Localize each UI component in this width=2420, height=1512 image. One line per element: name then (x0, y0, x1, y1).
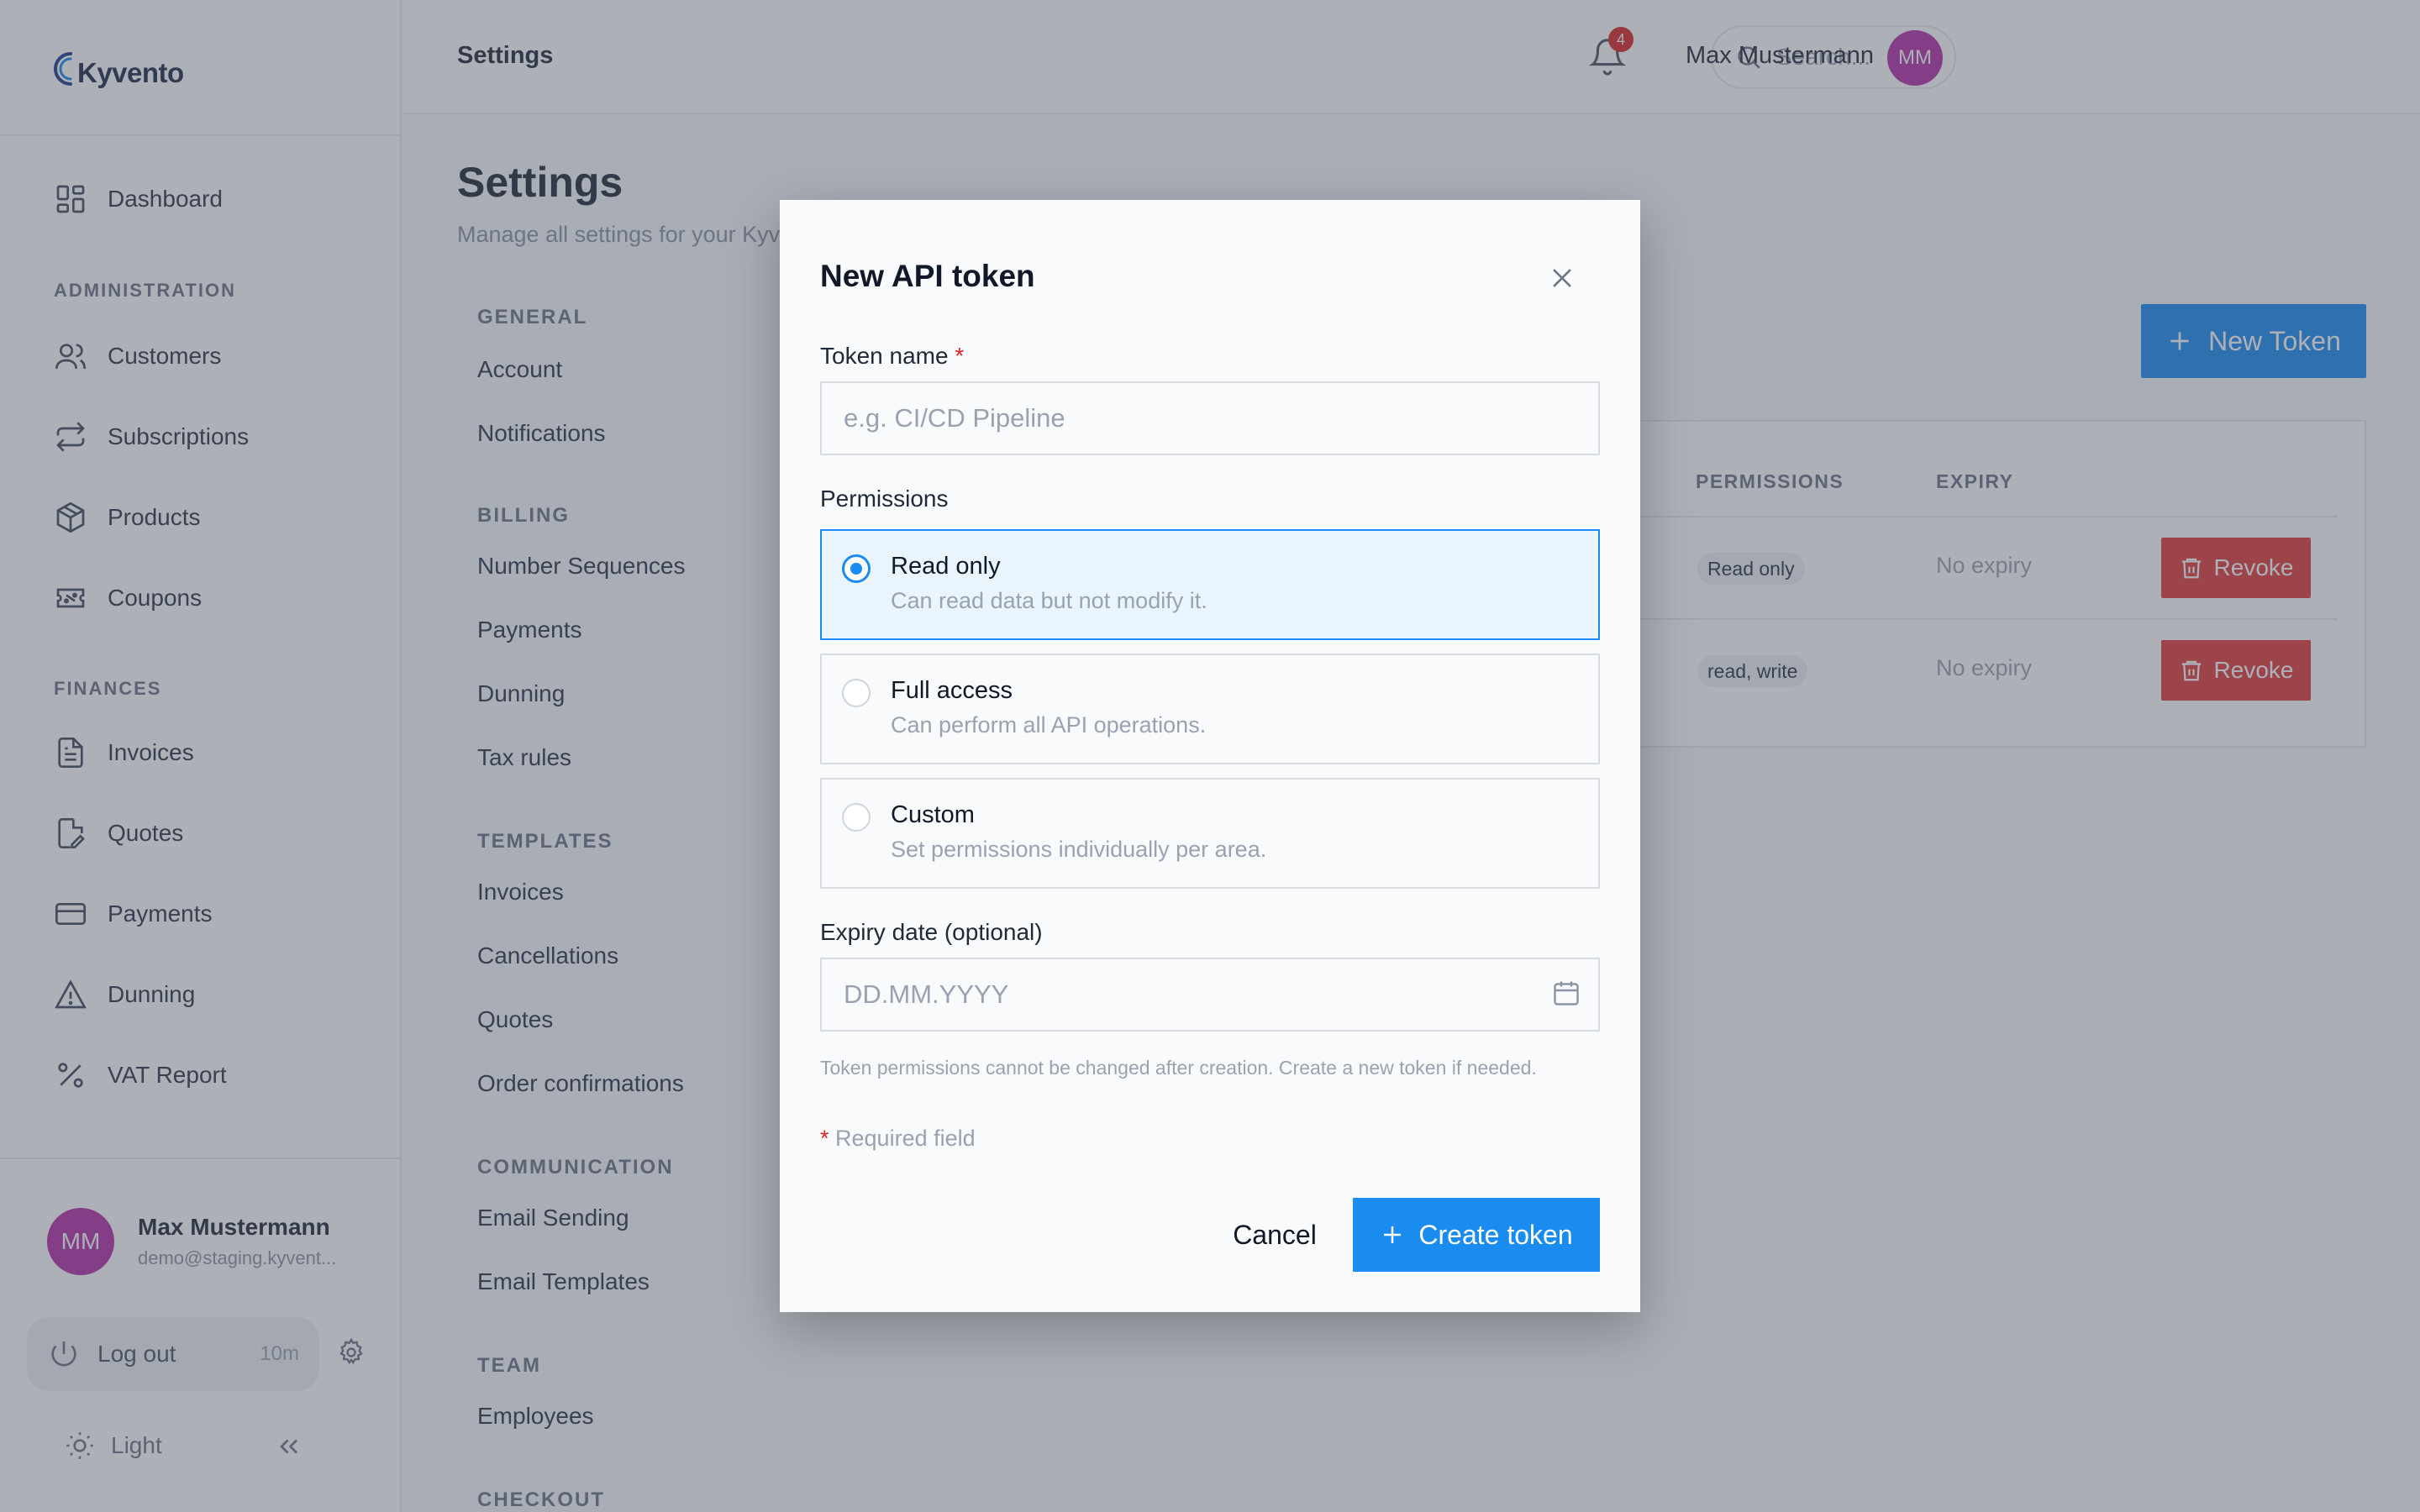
option-title: Read only (891, 553, 1001, 580)
permissions-hint: Token permissions cannot be changed afte… (820, 1057, 1537, 1079)
required-mark: * (955, 343, 965, 369)
permission-option-full-access[interactable]: Full access Can perform all API operatio… (820, 654, 1600, 764)
new-api-token-dialog: New API token Token name * Permissions R… (780, 200, 1640, 1312)
required-mark: * (820, 1126, 829, 1151)
radio-button[interactable] (842, 679, 871, 707)
create-token-button[interactable]: Create token (1353, 1198, 1600, 1272)
option-title: Custom (891, 801, 975, 828)
calendar-icon[interactable] (1551, 978, 1581, 1008)
option-description: Can read data but not modify it. (891, 588, 1207, 613)
close-icon[interactable] (1548, 264, 1576, 292)
radio-button[interactable] (842, 803, 871, 832)
token-name-label: Token name * (820, 343, 964, 370)
token-name-label-text: Token name (820, 343, 949, 369)
radio-button[interactable] (842, 554, 871, 583)
token-name-input[interactable] (820, 381, 1600, 455)
option-title: Full access (891, 677, 1013, 704)
plus-icon (1384, 1226, 1402, 1243)
permission-option-read-only[interactable]: Read only Can read data but not modify i… (820, 529, 1600, 640)
dialog-title: New API token (820, 259, 1035, 293)
option-description: Set permissions individually per area. (891, 837, 1267, 862)
option-description: Can perform all API operations. (891, 712, 1207, 738)
required-field-note: * Required field (820, 1126, 976, 1152)
expiry-date-input[interactable] (820, 958, 1600, 1032)
expiry-date-label: Expiry date (optional) (820, 919, 1043, 945)
create-token-label: Create token (1418, 1219, 1573, 1250)
cancel-button[interactable]: Cancel (1200, 1198, 1349, 1272)
required-note-text: Required field (835, 1126, 976, 1151)
permission-option-custom[interactable]: Custom Set permissions individually per … (820, 778, 1600, 889)
permissions-label: Permissions (820, 486, 949, 512)
